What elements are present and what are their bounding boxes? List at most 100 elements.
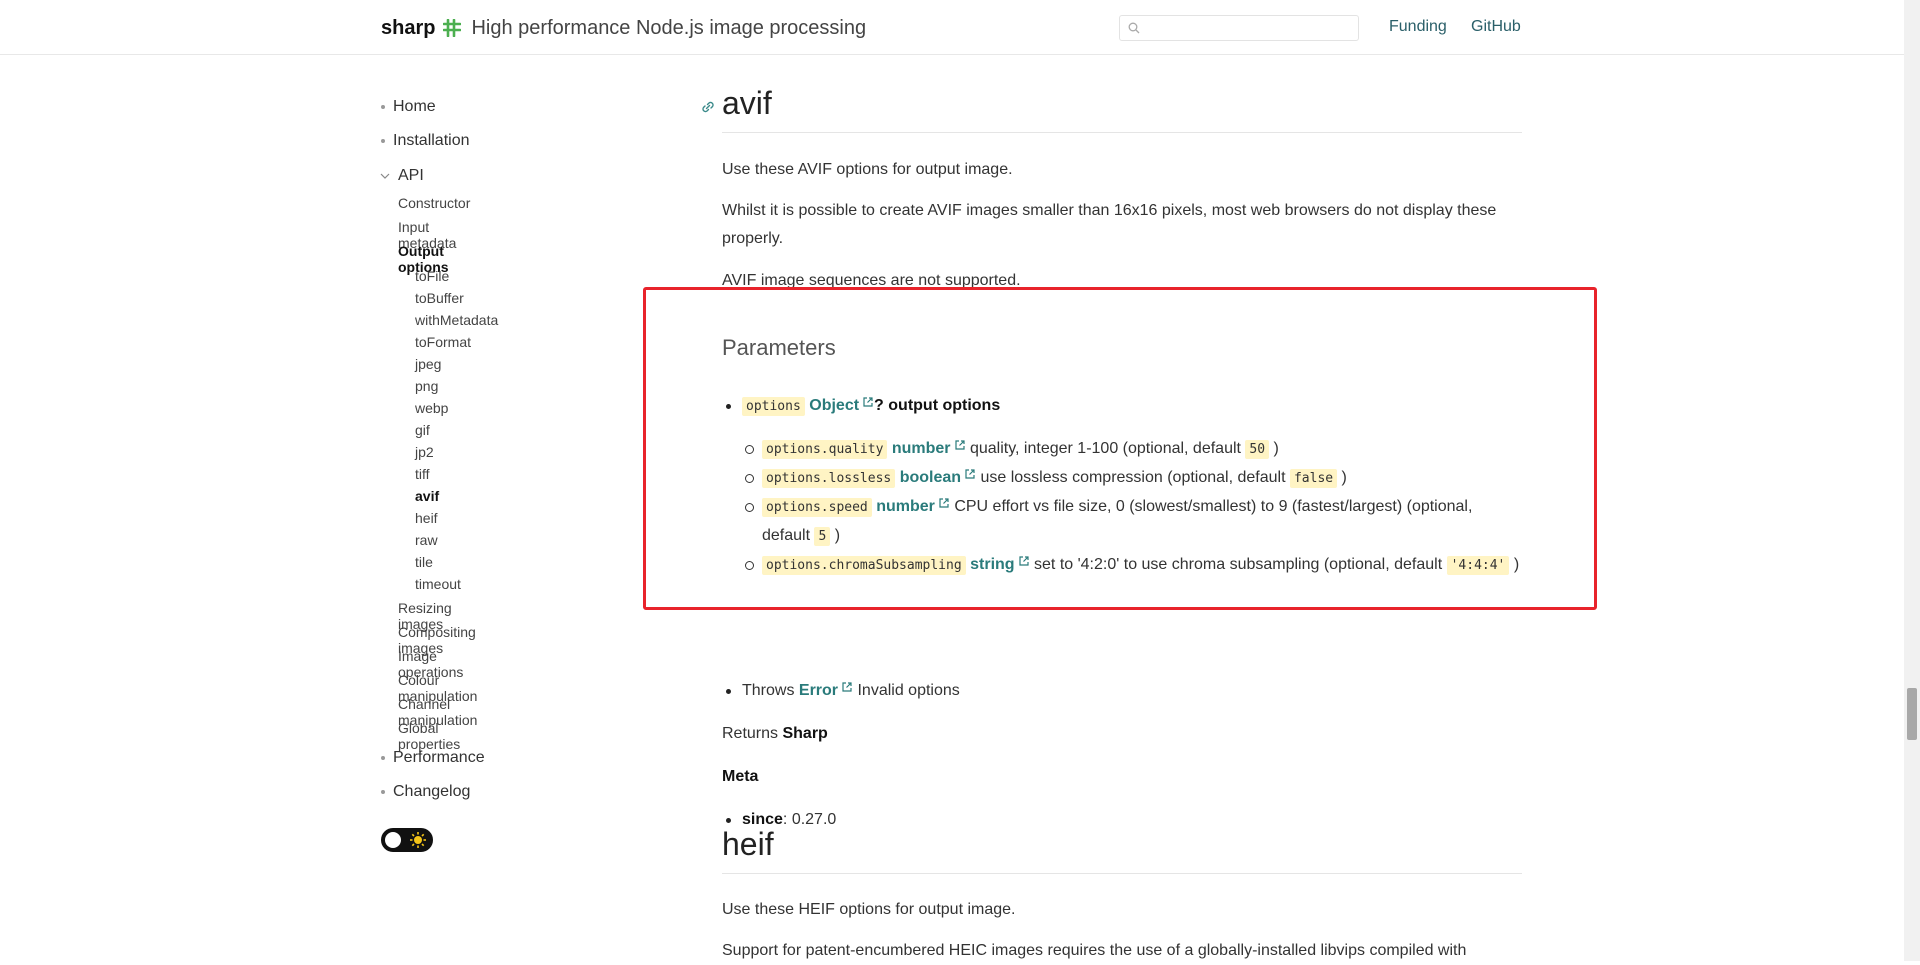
search-box[interactable] [1119,15,1359,41]
throws-label: Throws [742,682,795,699]
param-code: options.lossless [762,469,896,488]
bullet-icon [381,139,385,143]
default-value: 50 [1245,440,1270,459]
sidebar-item-constructor[interactable]: Constructor [398,195,470,211]
throws-list: Throws Error Invalid options [722,677,1522,705]
type-link-string[interactable]: string [970,556,1014,573]
sidebar-item-changelog[interactable]: Changelog [381,783,470,801]
theme-toggle[interactable] [381,828,433,852]
chevron-down-icon [380,173,390,179]
sun-icon [410,832,426,848]
bullet-icon [381,756,385,760]
sidebar-item-performance[interactable]: Performance [381,749,485,767]
github-link[interactable]: GitHub [1471,18,1521,36]
param-description-end: ) [1509,556,1520,573]
parameters-list: options Object ? output options [722,392,1522,421]
link-anchor-icon[interactable] [700,99,716,115]
brand-tagline: High performance Node.js image processin… [471,16,867,39]
param-code: options.quality [762,440,888,459]
sidebar-item-label: API [398,167,424,184]
avif-title: avif [722,85,772,121]
default-value: false [1289,469,1338,488]
search-input[interactable] [1146,17,1351,39]
sidebar-item-jp2[interactable]: jp2 [415,444,434,460]
sidebar-item-avif[interactable]: avif [415,488,439,504]
param-options: options Object ? output options [722,392,1522,421]
sidebar-item-toformat[interactable]: toFormat [415,334,471,350]
external-link-icon [939,498,949,508]
type-link-number[interactable]: number [892,440,951,457]
sidebar-item-installation[interactable]: Installation [381,132,470,150]
param-lossless: options.lossless boolean use lossless co… [722,464,1522,493]
heif-description: Use these HEIF options for output image. [722,901,1016,918]
param-chroma-subsampling: options.chromaSubsampling string set to … [722,551,1522,580]
param-description-end: ) [1337,469,1347,486]
sidebar-item-tiff[interactable]: tiff [415,466,430,482]
param-description-end: ) [830,527,841,544]
param-code: options [742,397,805,416]
external-link-icon [954,440,965,450]
external-link-icon [1018,556,1029,566]
options-sublist: options.quality number quality, integer … [722,435,1522,580]
param-description: ? output options [874,397,1001,414]
funding-link[interactable]: Funding [1389,18,1447,36]
sharp-logo-icon [443,19,462,37]
throws-item: Throws Error Invalid options [722,677,1522,705]
sidebar-item-jpeg[interactable]: jpeg [415,356,441,372]
sidebar-item-global[interactable]: Global properties [398,720,460,752]
avif-sequence-note: AVIF image sequences are not supported. [722,272,1021,289]
param-code: options.speed [762,498,872,517]
bullet-icon [381,790,385,794]
throws-description: Invalid options [853,682,960,699]
brand[interactable]: sharp High performance Node.js image pro… [381,15,866,41]
sidebar-item-tofile[interactable]: toFile [415,268,449,284]
param-code: options.chromaSubsampling [762,556,966,575]
parameters-heading: Parameters [722,335,836,360]
heif-heading: heif [722,826,1522,874]
top-bar: sharp High performance Node.js image pro… [0,0,1904,55]
param-description-end: ) [1269,440,1279,457]
param-description: set to '4:2:0' to use chroma subsampling… [1029,556,1447,573]
sidebar-item-label: Home [393,98,436,115]
external-link-icon [863,397,873,407]
type-link-number[interactable]: number [876,498,935,515]
external-link-icon [965,469,975,479]
returns-line: Returns Sharp [722,720,1522,748]
type-link-boolean[interactable]: boolean [900,469,961,486]
avif-size-note: Whilst it is possible to create AVIF ima… [722,202,1497,247]
type-link-error[interactable]: Error [799,682,838,699]
sidebar-item-heif[interactable]: heif [415,510,438,526]
sidebar-item-label: Performance [393,749,485,766]
sidebar-item-label: Changelog [393,783,471,800]
sidebar-item-label: Installation [393,132,470,149]
search-icon [1128,22,1140,34]
sidebar-item-tile[interactable]: tile [415,554,433,570]
external-link-icon [842,682,852,692]
avif-description: Use these AVIF options for output image. [722,161,1013,178]
returns-value: Sharp [782,725,828,742]
default-value: '4:4:4' [1446,556,1510,575]
param-quality: options.quality number quality, integer … [722,435,1522,464]
sidebar-item-api[interactable]: API [380,167,424,185]
param-description: quality, integer 1-100 (optional, defaul… [965,440,1246,457]
sidebar-item-tobuffer[interactable]: toBuffer [415,290,464,306]
sidebar-item-withmetadata[interactable]: withMetadata [415,312,498,328]
param-speed: options.speed number CPU effort vs file … [722,493,1522,551]
heif-title: heif [722,826,774,862]
scrollbar-track[interactable] [1904,0,1920,961]
sidebar-item-gif[interactable]: gif [415,422,430,438]
returns-label: Returns [722,725,779,742]
sidebar-item-raw[interactable]: raw [415,532,438,548]
meta-heading: Meta [722,768,759,785]
toggle-knob [385,832,401,848]
bullet-icon [381,105,385,109]
sidebar-item-webp[interactable]: webp [415,400,448,416]
sidebar-item-png[interactable]: png [415,378,438,394]
sidebar-item-home[interactable]: Home [381,98,436,116]
scrollbar-thumb[interactable] [1907,688,1917,740]
sidebar-item-timeout[interactable]: timeout [415,576,461,592]
type-link-object[interactable]: Object [809,397,859,414]
avif-heading: avif [702,85,1522,133]
brand-name[interactable]: sharp [381,17,435,40]
param-description: use lossless compression (optional, defa… [976,469,1290,486]
